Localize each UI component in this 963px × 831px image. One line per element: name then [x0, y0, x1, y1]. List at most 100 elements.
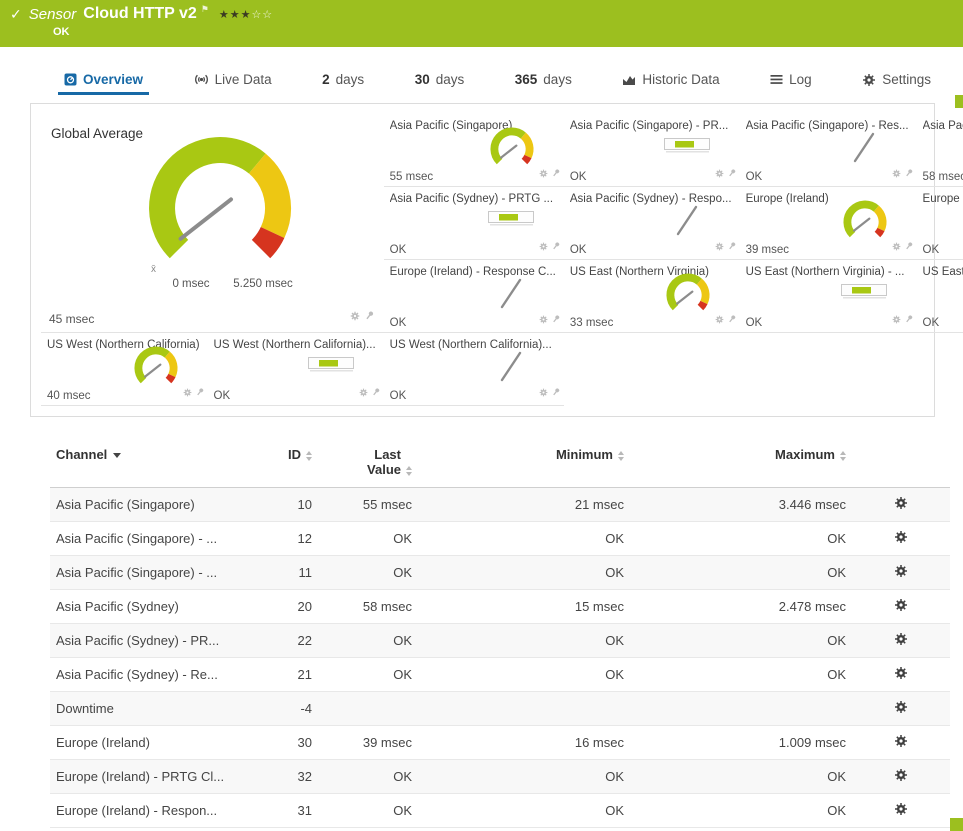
tab-log[interactable]: Log: [764, 72, 818, 95]
channel-settings-button[interactable]: [894, 598, 908, 612]
status-check-icon: ✓: [10, 5, 22, 22]
mini-bar-gauge: [487, 211, 534, 226]
col-header-id[interactable]: ID: [250, 439, 318, 488]
channel-settings-button[interactable]: [894, 700, 908, 714]
tab-log-label: Log: [789, 72, 812, 87]
tile-gear-icon[interactable]: [715, 165, 724, 183]
tile-pin-icon[interactable]: [905, 238, 913, 256]
tile-pin-icon[interactable]: [905, 165, 913, 183]
tile-gear-icon[interactable]: [350, 308, 360, 326]
channel-cell: Europe (Ireland): [50, 725, 250, 760]
tab-365-days[interactable]: 365 days: [509, 72, 578, 95]
tile-gear-icon[interactable]: [715, 311, 724, 329]
tile-value: OK: [922, 317, 940, 329]
tile-value: OK: [569, 171, 587, 183]
tile-pin-icon[interactable]: [905, 311, 913, 329]
table-row: Asia Pacific (Sydney) - PR... 22 OK OK O…: [50, 623, 950, 658]
tab-2-days[interactable]: 2 days: [316, 72, 370, 95]
last-value-cell: OK: [318, 521, 418, 556]
tile-gear-icon[interactable]: [715, 238, 724, 256]
tile-pin-icon[interactable]: [728, 238, 736, 256]
tab-historic-data-label: Historic Data: [642, 72, 720, 87]
tile-pin-icon[interactable]: [365, 308, 374, 326]
id-cell: 32: [250, 759, 318, 794]
live-data-icon: [194, 73, 209, 86]
last-value-cell: OK: [318, 623, 418, 658]
tile-name: US East (Northern Virginia) - ...: [922, 266, 963, 278]
tab-live-data-label: Live Data: [214, 72, 272, 87]
stars-filled: ★★★: [218, 8, 252, 21]
tile-pin-icon[interactable]: [728, 311, 736, 329]
table-row: Europe (Ireland) 30 39 msec 16 msec 1.00…: [50, 725, 950, 760]
sensor-title: Cloud HTTP v2: [83, 5, 197, 22]
channel-settings-button[interactable]: [894, 802, 908, 816]
channel-settings-button[interactable]: [894, 632, 908, 646]
channel-cell: Europe (Ireland) - Respon...: [50, 793, 250, 828]
tile-gear-icon[interactable]: [892, 238, 901, 256]
tile-pin-icon[interactable]: [552, 311, 560, 329]
tile-name: Europe (Ireland) - PRTG Cloud...: [922, 193, 963, 205]
minimum-cell: 16 msec: [418, 725, 630, 760]
col-header-channel[interactable]: Channel: [50, 439, 250, 488]
tile-gear-icon[interactable]: [892, 311, 901, 329]
col-header-last-value[interactable]: Last Value: [318, 439, 418, 488]
tile-gear-icon[interactable]: [539, 238, 548, 256]
historic-data-icon: [622, 74, 636, 86]
channel-settings-button[interactable]: [894, 768, 908, 782]
channel-settings-button[interactable]: [894, 666, 908, 680]
table-row: Asia Pacific (Singapore) 10 55 msec 21 m…: [50, 487, 950, 522]
channel-settings-button[interactable]: [894, 564, 908, 578]
maximum-cell: OK: [630, 555, 852, 590]
tile-pin-icon[interactable]: [552, 165, 560, 183]
last-value-cell: OK: [318, 793, 418, 828]
channel-tile: US West (Northern California) 40 msec: [41, 333, 208, 406]
tab-overview[interactable]: Overview: [58, 72, 150, 95]
tile-pin-icon[interactable]: [552, 384, 560, 402]
tab-live-data[interactable]: Live Data: [188, 72, 278, 95]
tile-gear-icon[interactable]: [892, 165, 901, 183]
tab-30-days[interactable]: 30 days: [409, 72, 471, 95]
tile-pin-icon[interactable]: [728, 165, 736, 183]
last-value-cell: OK: [318, 555, 418, 590]
maximum-cell: 2.478 msec: [630, 589, 852, 624]
sensor-kind-label: Sensor: [28, 5, 77, 23]
tab-historic-data[interactable]: Historic Data: [616, 72, 725, 95]
col-header-minimum[interactable]: Minimum: [418, 439, 630, 488]
tile-name: Asia Pacific (Sydney): [922, 120, 963, 132]
tile-value: 55 msec: [389, 171, 434, 183]
tile-gear-icon[interactable]: [539, 384, 548, 402]
channel-settings-button[interactable]: [894, 496, 908, 510]
col-header-maximum[interactable]: Maximum: [630, 439, 852, 488]
tile-pin-icon[interactable]: [372, 384, 380, 402]
tab-settings[interactable]: Settings: [856, 72, 937, 95]
col-header-id-label: ID: [288, 447, 301, 462]
channel-cell: Downtime: [50, 691, 250, 726]
tile-pin-icon[interactable]: [552, 238, 560, 256]
channel-tile: Asia Pacific (Sydney) - Respo... OK: [563, 187, 740, 260]
tile-value: OK: [389, 390, 407, 402]
channel-settings-button[interactable]: [894, 734, 908, 748]
tab-2-days-label: days: [335, 72, 365, 87]
global-average-gauge: x̄ 0 msec 5.250 msec: [149, 137, 293, 290]
sensor-status-text: OK: [53, 26, 70, 38]
channel-settings-button[interactable]: [894, 530, 908, 544]
minimum-cell: OK: [418, 657, 630, 692]
tile-gear-icon[interactable]: [359, 384, 368, 402]
channel-tile: US East (Northern Virginia) - ... OK: [739, 260, 917, 333]
table-row: Downtime -4: [50, 691, 950, 726]
tile-value: OK: [745, 317, 763, 329]
priority-stars[interactable]: ★★★☆☆: [219, 8, 273, 21]
channel-tile: Europe (Ireland) 39 msec: [739, 187, 917, 260]
tile-gear-icon[interactable]: [539, 165, 548, 183]
tile-gear-icon[interactable]: [183, 384, 192, 402]
minimum-cell: OK: [418, 521, 630, 556]
flag-icon: ⚑: [200, 3, 209, 14]
tile-pin-icon[interactable]: [196, 384, 204, 402]
channel-cell: Asia Pacific (Singapore): [50, 487, 250, 522]
last-value-cell: [318, 691, 418, 726]
stars-empty: ☆☆: [251, 8, 274, 21]
maximum-cell: [630, 691, 852, 726]
minimum-cell: 15 msec: [418, 589, 630, 624]
tile-gear-icon[interactable]: [539, 311, 548, 329]
channel-tile: Asia Pacific (Sydney) - PRTG ... OK: [383, 187, 564, 260]
